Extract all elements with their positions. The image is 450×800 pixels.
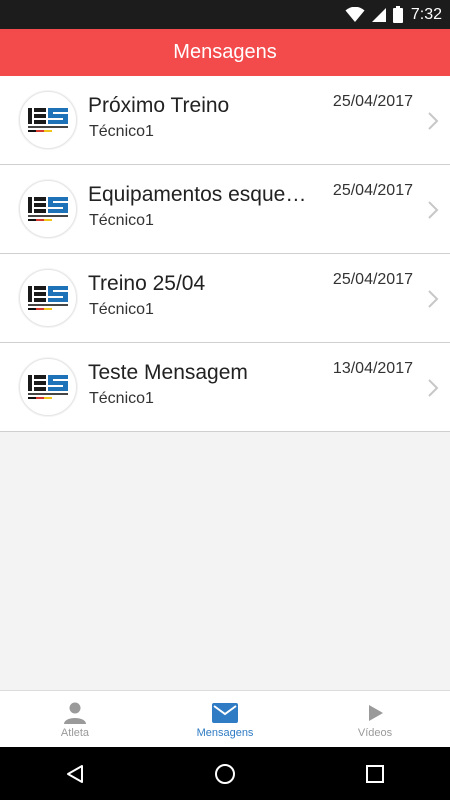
battery-icon — [392, 6, 403, 23]
back-button[interactable] — [45, 747, 105, 800]
ies-logo-avatar — [19, 358, 77, 416]
message-item[interactable]: Próximo Treino Técnico1 25/04/2017 — [0, 76, 450, 165]
ies-logo-avatar — [19, 91, 77, 149]
ies-logo-icon — [28, 108, 68, 132]
ies-logo-avatar — [19, 269, 77, 327]
ies-logo-icon — [28, 286, 68, 310]
tab-atleta[interactable]: Atleta — [0, 691, 150, 748]
tab-label: Mensagens — [196, 727, 254, 739]
system-nav-bar — [0, 747, 450, 800]
header-bar: Mensagens — [0, 29, 450, 76]
tab-label: Atleta — [60, 727, 90, 739]
message-sender: Técnico1 — [89, 123, 154, 140]
message-title: Teste Mensagem — [88, 361, 248, 384]
message-item[interactable]: Treino 25/04 Técnico1 25/04/2017 — [0, 254, 450, 343]
message-date: 25/04/2017 — [332, 93, 413, 110]
message-sender: Técnico1 — [89, 301, 154, 318]
chevron-right-icon — [428, 112, 439, 130]
recents-button[interactable] — [345, 747, 405, 800]
home-icon — [215, 763, 235, 784]
message-sender: Técnico1 — [89, 390, 154, 407]
message-list: Próximo Treino Técnico1 25/04/2017 Equip… — [0, 76, 450, 432]
message-date: 13/04/2017 — [332, 360, 413, 377]
message-date: 25/04/2017 — [332, 182, 413, 199]
tab-label: Vídeos — [357, 727, 393, 739]
bottom-tab-bar: Atleta Mensagens Vídeos — [0, 690, 450, 748]
recents-icon — [366, 764, 384, 783]
chevron-right-icon — [428, 379, 439, 397]
person-icon — [64, 702, 86, 724]
ies-logo-icon — [28, 375, 68, 399]
page-title: Mensagens — [173, 41, 277, 63]
message-title: Próximo Treino — [88, 94, 230, 117]
message-sender: Técnico1 — [89, 212, 154, 229]
chevron-right-icon — [428, 290, 439, 308]
back-icon — [67, 764, 83, 783]
home-button[interactable] — [195, 747, 255, 800]
signal-icon — [371, 7, 386, 22]
ies-logo-avatar — [19, 180, 77, 238]
message-date: 25/04/2017 — [332, 271, 413, 288]
status-time: 7:32 — [410, 5, 442, 23]
tab-videos[interactable]: Vídeos — [300, 691, 450, 748]
tab-mensagens[interactable]: Mensagens — [150, 691, 300, 748]
message-item[interactable]: Teste Mensagem Técnico1 13/04/2017 — [0, 343, 450, 432]
play-icon — [369, 705, 383, 721]
wifi-icon — [345, 6, 365, 22]
message-title: Equipamentos esquecidos — [88, 183, 310, 206]
chevron-right-icon — [428, 201, 439, 219]
envelope-icon — [212, 703, 238, 723]
status-icons: 7:32 — [345, 0, 442, 29]
ies-logo-icon — [28, 197, 68, 221]
message-item[interactable]: Equipamentos esquecidos Técnico1 25/04/2… — [0, 165, 450, 254]
status-bar: 7:32 — [0, 0, 450, 29]
message-title: Treino 25/04 — [88, 272, 206, 295]
